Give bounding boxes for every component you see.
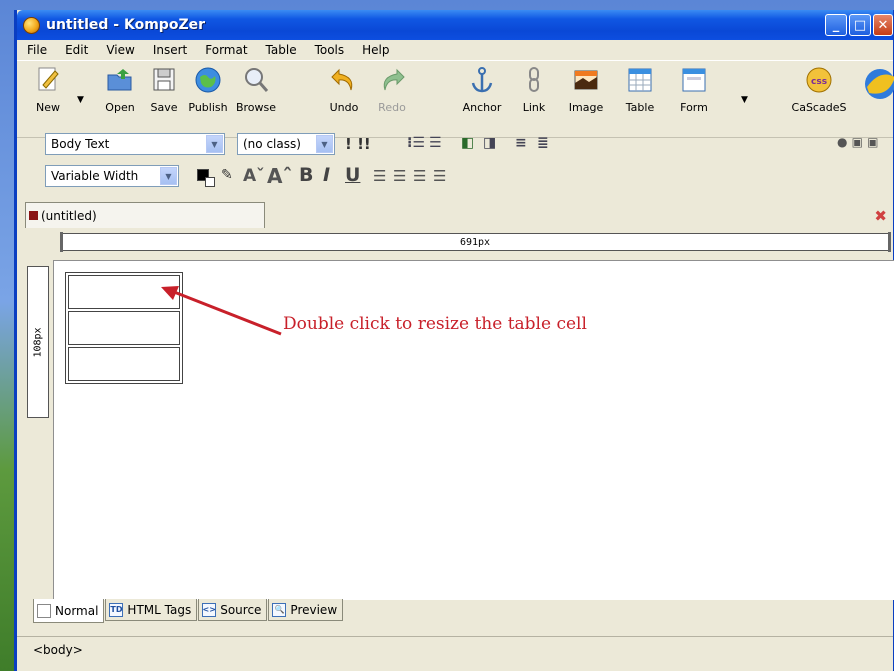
outdent-icon[interactable]: ◧ (461, 135, 474, 151)
css-icon: css (806, 67, 832, 93)
toolbar-extra-icons[interactable]: ● ▣ ▣ (837, 135, 879, 149)
horizontal-ruler[interactable]: 691px (60, 232, 891, 252)
format-toolbar-2: Variable Width ▼ ✎ Aˇ Aˆ B I U ☰ ☰ ☰ ☰ (17, 164, 893, 195)
link-button[interactable]: Link (507, 65, 561, 114)
italic-icon[interactable]: I (323, 164, 330, 186)
svg-text:css: css (811, 77, 827, 87)
background-color-swatch-icon[interactable] (205, 177, 215, 187)
close-tab-icon[interactable]: ✖ (874, 207, 887, 225)
form-dropdown-arrow-icon[interactable]: ▼ (741, 95, 748, 105)
minimize-icon[interactable]: _ (825, 14, 847, 36)
highlight-pen-icon[interactable]: ✎ (221, 167, 233, 183)
tab-preview[interactable]: 🔍 Preview (268, 599, 344, 621)
menu-view[interactable]: View (106, 43, 134, 57)
td-tag-icon: TD (109, 602, 124, 617)
image-button[interactable]: Image (559, 65, 613, 114)
paragraph-break-icon[interactable]: ≣ (537, 135, 549, 151)
image-icon (574, 70, 598, 90)
element-path[interactable]: <body> (33, 643, 83, 657)
undo-button[interactable]: Undo (317, 65, 371, 114)
source-code-icon: <> (202, 602, 217, 617)
title-bar: untitled - KompoZer _ □ ✕ (17, 10, 893, 40)
menu-file[interactable]: File (27, 43, 47, 57)
menu-tools[interactable]: Tools (315, 43, 345, 57)
preview-magnifier-icon: 🔍 (272, 602, 287, 617)
open-folder-icon (107, 69, 132, 91)
format-toolbar-1: Body Text ▼ (no class) ▼ ! !! ⁝☰ ☰ ◧ ◨ ≡… (17, 133, 893, 163)
horizontal-rule-icon[interactable]: ≡ (515, 135, 527, 151)
form-button[interactable]: Form (667, 65, 721, 114)
bold-icon[interactable]: B (299, 164, 313, 186)
vertical-ruler[interactable]: 108px (27, 266, 49, 418)
view-mode-tabs: Normal TD HTML Tags <> Source 🔍 Preview (33, 599, 344, 623)
kompozer-logo-icon (23, 16, 40, 34)
font-select[interactable]: Variable Width ▼ (45, 165, 179, 187)
new-dropdown-arrow-icon[interactable]: ▼ (77, 95, 84, 105)
menu-table[interactable]: Table (266, 43, 297, 57)
class-select[interactable]: (no class) ▼ (237, 133, 335, 155)
redo-arrow-icon (383, 68, 405, 91)
cascades-button[interactable]: css CaScadeS (787, 65, 851, 114)
tab-untitled[interactable]: (untitled) (25, 202, 265, 228)
paragraph-style-select[interactable]: Body Text ▼ (45, 133, 225, 155)
window-controls: _ □ ✕ (825, 14, 893, 36)
status-bar: <body> (17, 636, 893, 662)
menu-insert[interactable]: Insert (153, 43, 187, 57)
tab-html-tags[interactable]: TD HTML Tags (105, 599, 198, 621)
smaller-font-icon[interactable]: Aˇ (243, 166, 265, 186)
new-button[interactable]: New (21, 65, 75, 114)
annotation-text: Double click to resize the table cell (283, 314, 587, 334)
justify-icon[interactable]: ☰ (433, 167, 446, 185)
maximize-icon[interactable]: □ (849, 14, 871, 36)
align-center-icon[interactable]: ☰ (393, 167, 406, 185)
menu-bar: File Edit View Insert Format Table Tools… (17, 40, 893, 60)
table-cell[interactable] (68, 347, 180, 381)
chevron-down-icon: ▼ (316, 135, 333, 153)
help-globe-icon[interactable] (863, 67, 894, 101)
window-title: untitled - KompoZer (46, 17, 205, 33)
bullet-list-icon[interactable]: ☰ (429, 135, 442, 151)
numbered-list-icon[interactable]: ⁝☰ (407, 135, 425, 151)
align-right-icon[interactable]: ☰ (413, 167, 426, 185)
floppy-disk-icon (153, 68, 175, 91)
magnifier-icon (245, 68, 269, 92)
browse-button[interactable]: Browse (229, 65, 283, 114)
menu-edit[interactable]: Edit (65, 43, 88, 57)
chevron-down-icon: ▼ (160, 167, 177, 185)
anchor-icon (471, 67, 493, 93)
annotation-arrow-icon (161, 286, 282, 336)
indent-icon[interactable]: ◨ (483, 135, 496, 151)
document-modified-icon (29, 211, 38, 220)
tab-source[interactable]: <> Source (198, 599, 268, 621)
menu-format[interactable]: Format (205, 43, 247, 57)
underline-icon[interactable]: U (345, 164, 360, 186)
chevron-down-icon: ▼ (206, 135, 223, 153)
table-icon (628, 68, 652, 92)
undo-arrow-icon (331, 68, 353, 91)
new-page-icon (38, 67, 59, 91)
redo-button[interactable]: Redo (365, 65, 419, 114)
globe-icon (195, 67, 221, 93)
composition-toolbar: New ▼ Open Save Publish Browse Undo Redo (17, 60, 894, 138)
align-left-icon[interactable]: ☰ (373, 167, 386, 185)
document-icon (37, 603, 51, 618)
tab-normal[interactable]: Normal (33, 599, 105, 623)
publish-button[interactable]: Publish (181, 65, 235, 114)
table-button[interactable]: Table (613, 65, 667, 114)
app-window: untitled - KompoZer _ □ ✕ File Edit View… (14, 10, 894, 671)
close-window-icon[interactable]: ✕ (873, 14, 893, 36)
strong-emphasis-icon[interactable]: ! !! (345, 135, 371, 153)
larger-font-icon[interactable]: Aˆ (267, 164, 292, 188)
form-icon (682, 68, 706, 92)
anchor-button[interactable]: Anchor (455, 65, 509, 114)
chain-link-icon (529, 67, 539, 92)
menu-help[interactable]: Help (362, 43, 389, 57)
